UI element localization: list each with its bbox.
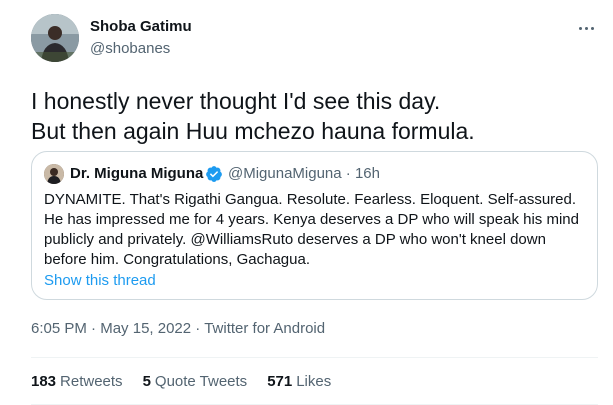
quoted-tweet-text: DYNAMITE. That's Rigathi Gangua. Resolut… xyxy=(44,191,579,268)
retweets-count: 183 xyxy=(31,373,57,390)
quoted-tweet-age: 16h xyxy=(354,165,380,182)
quoted-tweet-card[interactable]: Dr. Miguna Miguna @MigunaMiguna · 16h DY… xyxy=(31,151,598,300)
divider xyxy=(31,357,598,358)
author-display-name[interactable]: Shoba Gatimu xyxy=(90,18,192,35)
show-thread-link[interactable]: Show this thread xyxy=(44,272,156,289)
quoted-author-avatar-image xyxy=(44,164,64,184)
timestamp-separator: · xyxy=(91,320,97,337)
likes-stat[interactable]: 571 Likes xyxy=(267,373,331,390)
verified-badge-icon xyxy=(206,166,222,182)
quoted-author-handle: @MigunaMiguna xyxy=(228,165,342,182)
tweet-time[interactable]: 6:05 PM xyxy=(31,320,87,337)
tweet-text-line-1: I honestly never thought I'd see this da… xyxy=(31,88,441,114)
tweet-timestamp: 6:05 PM · May 15, 2022 · Twitter for And… xyxy=(31,320,325,337)
tweet-text-line-2: But then again Huu mchezo hauna formula. xyxy=(31,118,475,144)
more-horizontal-icon[interactable] xyxy=(574,20,598,36)
tweet-source[interactable]: Twitter for Android xyxy=(204,320,325,337)
source-separator: · xyxy=(195,320,201,337)
author-handle[interactable]: @shobanes xyxy=(90,40,170,57)
quoted-tweet-meta: @MigunaMiguna · 16h xyxy=(228,165,380,182)
author-avatar-image xyxy=(31,14,79,62)
quoted-author-display-name: Dr. Miguna Miguna xyxy=(70,165,204,182)
quote-tweets-label: Quote Tweets xyxy=(154,373,248,390)
engagement-stats: 183 Retweets 5 Quote Tweets 571 Likes xyxy=(31,373,331,390)
quoted-author-avatar xyxy=(44,164,64,184)
tweet-date[interactable]: May 15, 2022 xyxy=(100,320,191,337)
likes-label: Likes xyxy=(296,373,332,390)
retweets-label: Retweets xyxy=(60,373,123,390)
tweet-text: I honestly never thought I'd see this da… xyxy=(31,86,475,146)
author-avatar[interactable] xyxy=(31,14,79,62)
retweets-stat[interactable]: 183 Retweets xyxy=(31,373,123,390)
quote-tweets-count: 5 xyxy=(142,373,151,390)
tweet-card: Shoba Gatimu @shobanes I honestly never … xyxy=(0,0,613,405)
likes-count: 571 xyxy=(267,373,293,390)
quote-tweets-stat[interactable]: 5 Quote Tweets xyxy=(143,373,248,390)
meta-separator: · xyxy=(345,165,351,182)
